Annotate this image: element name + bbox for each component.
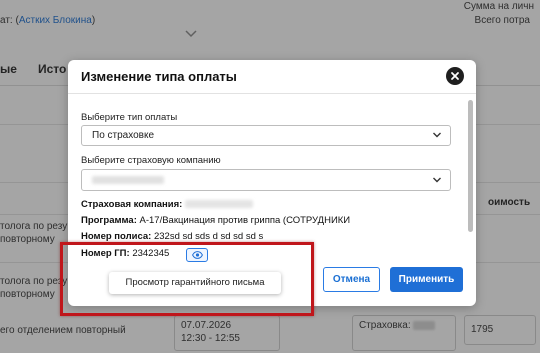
blurred-insurance-company (92, 176, 164, 184)
program-value: А-17/Вакцинация против гриппа (СОТРУДНИК… (139, 215, 351, 226)
gp-label: Номер ГП: (81, 248, 130, 259)
program-info: Программа: А-17/Вакцинация против гриппа… (81, 215, 350, 226)
chevron-down-icon (432, 175, 442, 185)
close-icon (451, 72, 459, 80)
insurance-company-label: Выберите страховую компанию (81, 155, 221, 166)
dialog-title: Изменение типа оплаты (81, 69, 237, 84)
payment-type-value: По страховке (92, 130, 155, 141)
insurance-company-info: Страховая компания: (81, 199, 254, 210)
view-letter-tooltip: Просмотр гарантийного письма (109, 272, 281, 294)
guarantee-letter-info: Номер ГП: 2342345 (81, 248, 169, 259)
gp-value: 2342345 (132, 248, 170, 259)
cancel-button[interactable]: Отмена (323, 267, 380, 292)
insurance-company-select[interactable] (81, 169, 451, 191)
close-button[interactable] (446, 67, 464, 85)
eye-icon (192, 251, 203, 259)
chevron-down-icon (432, 130, 442, 140)
apply-button[interactable]: Применить (390, 267, 463, 292)
program-label: Программа: (81, 215, 137, 226)
change-payment-type-dialog: Изменение типа оплаты Выберите тип оплат… (68, 60, 476, 306)
dialog-divider (68, 93, 476, 94)
payment-type-select[interactable]: По страховке (81, 125, 451, 146)
company-label: Страховая компания: (81, 199, 183, 210)
blurred-company-name (185, 200, 254, 209)
scrollbar-thumb[interactable] (468, 100, 473, 232)
payment-type-label: Выберите тип оплаты (81, 112, 178, 123)
policy-value: 232sd sd sds d sd sd sd s (153, 231, 264, 242)
policy-info: Номер полиса: 232sd sd sds d sd sd sd s (81, 231, 263, 242)
policy-label: Номер полиса: (81, 231, 152, 242)
view-guarantee-letter-button[interactable] (186, 248, 208, 262)
